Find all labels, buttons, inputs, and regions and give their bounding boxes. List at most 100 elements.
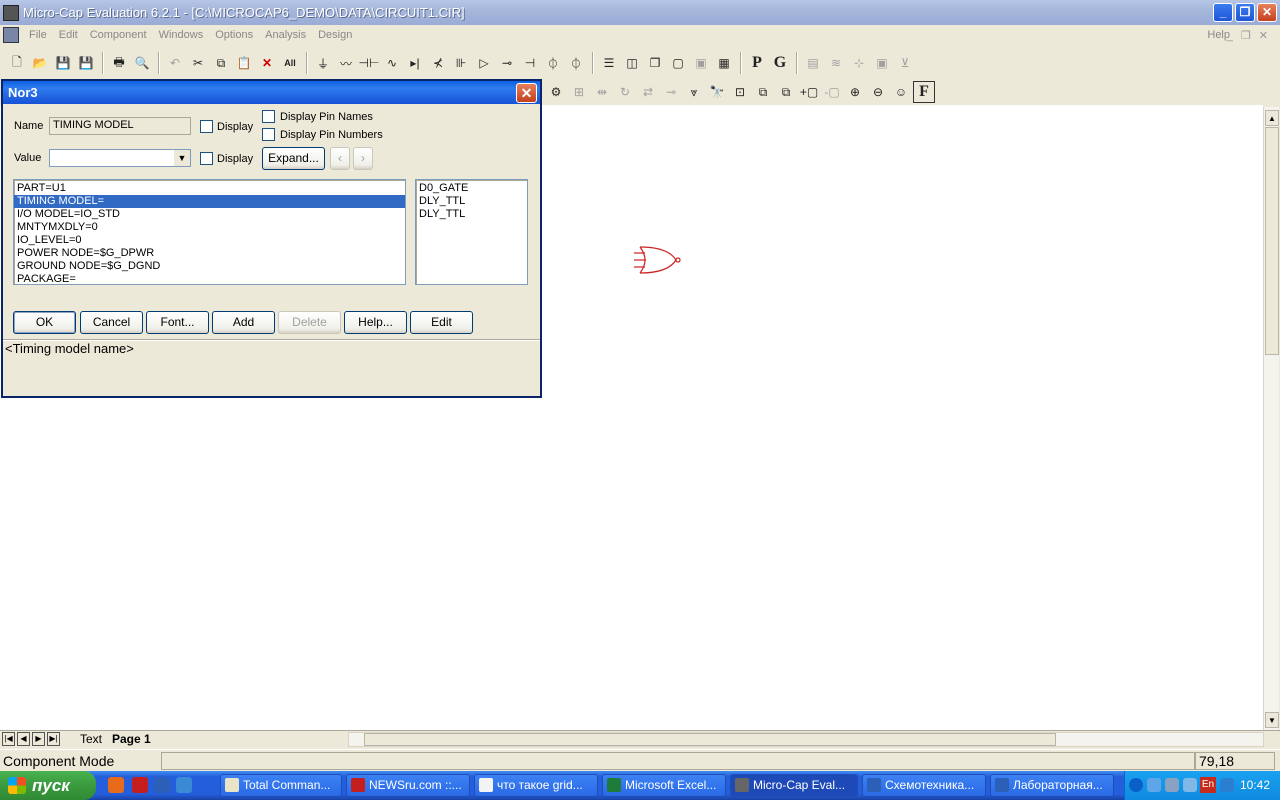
edit-button[interactable]: Edit — [410, 311, 473, 334]
language-indicator[interactable]: En — [1200, 777, 1216, 793]
next-value-button[interactable]: › — [353, 147, 373, 170]
task-schematics-doc[interactable]: Схемотехника... — [862, 774, 986, 797]
resistor-icon[interactable]: 〰 — [335, 52, 357, 74]
font-button[interactable]: Font... — [146, 311, 209, 334]
rotate-icon[interactable]: ↻ — [614, 81, 636, 103]
transistor-icon[interactable]: ⊀ — [427, 52, 449, 74]
mirror-icon[interactable]: ⇹ — [591, 81, 613, 103]
voltage-source-icon[interactable]: ⏀ — [542, 52, 564, 74]
window-title-bar[interactable]: Micro-Cap Evaluation 6.2.1 - [C:\MICROCA… — [0, 0, 1280, 25]
print-preview-icon[interactable]: 🔍 — [131, 52, 153, 74]
g-button[interactable]: G — [769, 52, 791, 74]
prev-value-button[interactable]: ‹ — [330, 147, 350, 170]
value-combobox[interactable]: ▼ — [49, 149, 191, 167]
attribute-list-item[interactable]: I/O MODEL=IO_STD — [14, 208, 405, 221]
probe-icon[interactable]: ⩔ — [683, 81, 705, 103]
menu-edit[interactable]: Edit — [57, 29, 80, 41]
attribute-list-item[interactable]: TIMING MODEL= — [14, 195, 405, 208]
firefox-icon[interactable] — [108, 777, 124, 793]
switch-icon[interactable]: ⊸ — [496, 52, 518, 74]
cascade-icon[interactable]: ❐ — [644, 52, 666, 74]
tile-vertical-icon[interactable]: ◫ — [621, 52, 643, 74]
start-button[interactable]: пуск — [0, 771, 96, 800]
horizontal-scrollbar[interactable] — [348, 732, 1264, 747]
vertical-scroll-thumb[interactable] — [1265, 127, 1279, 355]
prev-page-icon[interactable]: ◀ — [17, 732, 30, 746]
attribute-list-item[interactable]: MNTYMXDLY=0 — [14, 221, 405, 234]
save-icon[interactable]: 💾 — [52, 52, 74, 74]
model-list-item[interactable]: DLY_TTL — [416, 208, 527, 221]
ground-icon[interactable]: ⏚ — [312, 52, 334, 74]
menu-component[interactable]: Component — [88, 29, 149, 41]
copy-icon[interactable]: ⧉ — [210, 52, 232, 74]
dialog-title[interactable]: Nor3 — [3, 81, 540, 104]
paste-icon[interactable]: 📋 — [233, 52, 255, 74]
inductor-icon[interactable]: ∿ — [381, 52, 403, 74]
close-button[interactable]: ✕ — [1257, 3, 1277, 22]
p-button[interactable]: P — [746, 52, 768, 74]
flip-icon[interactable]: ⇄ — [637, 81, 659, 103]
calculator-icon[interactable]: ▦ — [713, 52, 735, 74]
mdi-window-controls[interactable]: _❐✕ — [1227, 29, 1276, 42]
f-button[interactable]: F — [913, 81, 935, 103]
model-list-item[interactable]: DLY_TTL — [416, 195, 527, 208]
delete-button[interactable]: Delete — [278, 311, 341, 334]
task-lab-doc[interactable]: Лабораторная... — [990, 774, 1114, 797]
value-display-checkbox[interactable] — [200, 152, 213, 165]
attribute-list-item[interactable]: IO_LEVEL=0 — [14, 234, 405, 247]
zoom-out-icon[interactable]: ⊖ — [867, 81, 889, 103]
wire-mode-icon[interactable]: ≋ — [825, 52, 847, 74]
app-icon[interactable] — [3, 4, 19, 21]
monitor-icon[interactable] — [1165, 778, 1179, 792]
pulse-source-icon[interactable]: ⊣ — [519, 52, 541, 74]
battery-icon[interactable]: ⊪ — [450, 52, 472, 74]
task-grid-pdf[interactable]: что такое grid... — [474, 774, 598, 797]
last-page-icon[interactable]: ▶| — [47, 732, 60, 746]
display-pin-numbers-checkbox[interactable] — [262, 128, 275, 141]
undo-icon[interactable]: ↶ — [164, 52, 186, 74]
chevron-down-icon[interactable]: ▼ — [174, 150, 190, 166]
component-mode-icon[interactable]: ⊹ — [848, 52, 870, 74]
help-button[interactable]: Help... — [344, 311, 407, 334]
task-excel[interactable]: Microsoft Excel... — [602, 774, 726, 797]
step-icon[interactable]: ⊞ — [568, 81, 590, 103]
opamp-icon[interactable]: ▷ — [473, 52, 495, 74]
opera-icon[interactable] — [132, 777, 148, 793]
remove-page-icon[interactable]: -▢ — [821, 81, 843, 103]
scroll-down-arrow[interactable]: ▼ — [1265, 712, 1279, 728]
attribute-list-item[interactable]: PACKAGE= — [14, 273, 405, 286]
capacitor-icon[interactable]: ⊣⊢ — [358, 52, 380, 74]
menu-options[interactable]: Options — [213, 29, 255, 41]
task-microcap[interactable]: Micro-Cap Eval... — [730, 774, 858, 797]
pin-icon[interactable]: ⊸ — [660, 81, 682, 103]
open-folder-icon[interactable]: 📂 — [29, 52, 51, 74]
send-back-icon[interactable]: ⧉ — [775, 81, 797, 103]
task-newsru[interactable]: NEWSru.com ::... — [346, 774, 470, 797]
menu-windows[interactable]: Windows — [157, 29, 206, 41]
window-icon[interactable]: ▢ — [667, 52, 689, 74]
expand-button[interactable]: Expand... — [262, 147, 325, 170]
cut-icon[interactable]: ✂ — [187, 52, 209, 74]
ok-button[interactable]: OK — [13, 311, 76, 334]
add-page-icon[interactable]: +▢ — [798, 81, 820, 103]
model-list[interactable]: D0_GATE DLY_TTL DLY_TTL — [415, 179, 528, 285]
bring-front-icon[interactable]: ⧉ — [752, 81, 774, 103]
task-total-commander[interactable]: Total Comman... — [220, 774, 342, 797]
delete-icon[interactable]: ✕ — [256, 52, 278, 74]
save-all-icon[interactable]: 💾 — [75, 52, 97, 74]
keyboard-icon[interactable] — [1220, 778, 1234, 792]
select-all-icon[interactable]: All — [279, 52, 301, 74]
attribute-list-item[interactable]: POWER NODE=$G_DPWR — [14, 247, 405, 260]
tray-expand-icon[interactable] — [1129, 778, 1143, 792]
tile-horizontal-icon[interactable]: ☰ — [598, 52, 620, 74]
node-mode-icon[interactable]: ⊻ — [894, 52, 916, 74]
minimize-button[interactable]: _ — [1213, 3, 1233, 22]
current-source-icon[interactable]: ⏀ — [565, 52, 587, 74]
display-pin-names-checkbox[interactable] — [262, 110, 275, 123]
attribute-list-item[interactable]: GROUND NODE=$G_DGND — [14, 260, 405, 273]
vertical-scrollbar[interactable]: ▲ ▼ — [1263, 107, 1279, 730]
text-mode-icon[interactable]: ▤ — [802, 52, 824, 74]
new-file-icon[interactable]: 🗋 — [6, 52, 28, 74]
attribute-list[interactable]: PART=U1 TIMING MODEL= I/O MODEL=IO_STD MNTY… — [13, 179, 406, 285]
next-page-icon[interactable]: ▶ — [32, 732, 45, 746]
